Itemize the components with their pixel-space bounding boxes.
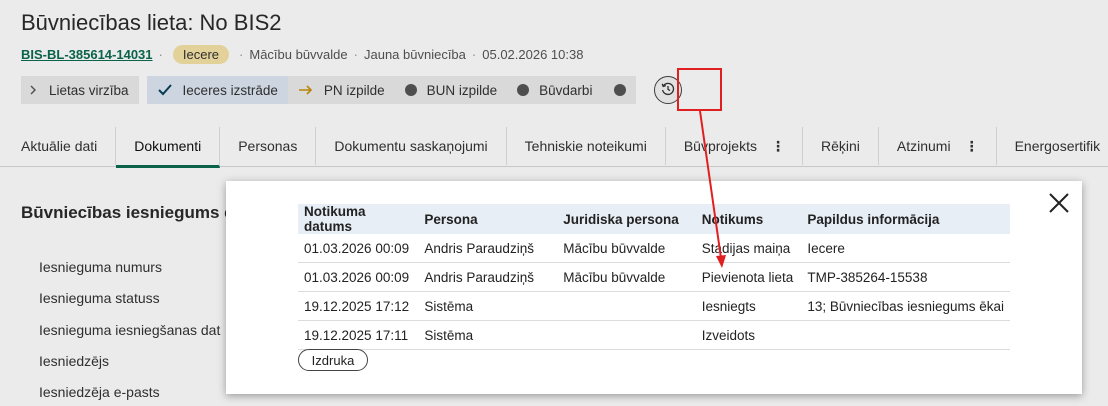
cell-date: 19.12.2025 17:12 [298,291,419,321]
close-button[interactable] [1048,192,1070,214]
cell-info: TMP-385264-15538 [801,262,1010,292]
cell-date: 01.03.2026 00:09 [298,234,419,263]
cell-event: Pievienota lieta [695,262,802,292]
table-header-row: Notikuma datums Persona Juridiska person… [298,204,1010,234]
table-row: 01.03.2026 00:09 Andris Paraudziņš Mācīb… [298,262,1010,292]
cell-info: Iecere [801,234,1010,263]
cell-legal-person [557,320,696,350]
column-header: Papildus informācija [801,204,1010,234]
cell-date: 19.12.2025 17:11 [298,320,419,350]
cell-date: 01.03.2026 00:09 [298,262,419,292]
annotation-highlight-box [677,68,722,111]
cell-event: Izveidots [695,320,802,350]
close-icon [1048,193,1070,218]
cell-person: Andris Paraudziņš [418,262,558,292]
cell-info: 13; Būvniecības iesniegums ēkai [801,291,1010,321]
cell-person: Sistēma [418,320,558,350]
table-row: 19.12.2025 17:11 Sistēma Izveidots [298,320,1010,350]
column-header: Notikums [695,204,802,234]
column-header: Persona [418,204,558,234]
table-row: 19.12.2025 17:12 Sistēma Iesniegts 13; B… [298,291,1010,321]
cell-legal-person [557,291,696,321]
cell-legal-person: Mācību būvvalde [557,234,696,263]
cell-event: Iesniegts [695,291,802,321]
print-button[interactable]: Izdruka [298,349,368,371]
cell-person: Andris Paraudziņš [418,234,558,263]
column-header: Juridiska persona [557,204,696,234]
history-modal: Notikuma datums Persona Juridiska person… [226,181,1082,394]
column-header: Notikuma datums [298,204,419,234]
cell-event: Stadijas maiņa [695,234,802,263]
events-table: Notikuma datums Persona Juridiska person… [298,204,1010,350]
cell-person: Sistēma [418,291,558,321]
case-page: Būvniecības lieta: No BIS2 BIS-BL-385614… [0,0,1108,406]
cell-info [801,320,1010,350]
cell-legal-person: Mācību būvvalde [557,262,696,292]
table-row: 01.03.2026 00:09 Andris Paraudziņš Mācīb… [298,234,1010,263]
